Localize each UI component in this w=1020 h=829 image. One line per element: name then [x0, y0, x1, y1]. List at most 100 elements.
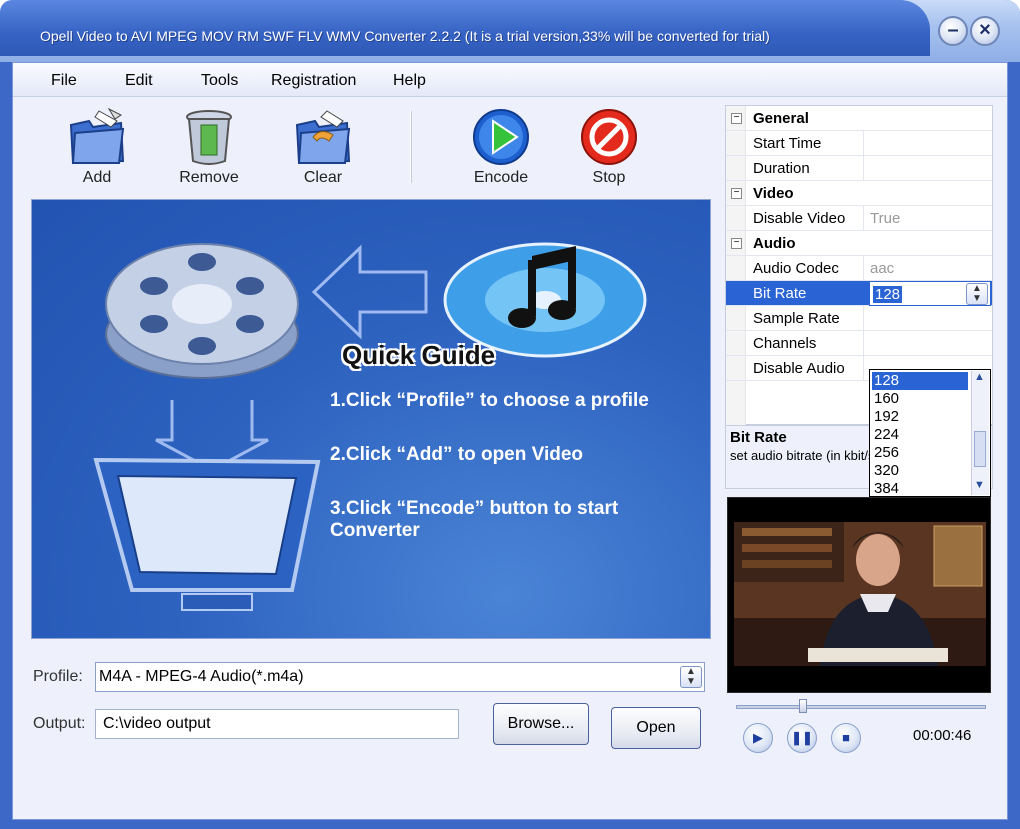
minimize-button[interactable]: –: [938, 16, 968, 46]
prop-divider: [863, 156, 864, 180]
category-video[interactable]: − Video: [726, 181, 992, 206]
seek-slider-thumb[interactable]: [799, 699, 807, 713]
menu-help[interactable]: Help: [393, 72, 426, 90]
scroll-down-icon[interactable]: ▼: [974, 479, 985, 491]
category-audio-label: Audio: [753, 235, 796, 252]
bitrate-option[interactable]: 320: [872, 462, 968, 480]
arrow-left-icon: [311, 244, 428, 340]
output-path-input[interactable]: C:\video output: [95, 709, 459, 739]
profile-label: Profile:: [33, 668, 83, 685]
menu-file[interactable]: File: [51, 72, 77, 90]
menu-bar: File Edit Tools Registration Help: [13, 63, 1007, 97]
stop-icon: [581, 109, 637, 165]
prop-channels-key: Channels: [753, 335, 817, 352]
title-bar[interactable]: Opell Video to AVI MPEG MOV RM SWF FLV W…: [0, 0, 1020, 62]
open-button[interactable]: Open: [611, 707, 701, 749]
prop-divider: [863, 206, 864, 230]
combobox-spin-icon[interactable]: ▲ ▼: [966, 283, 988, 305]
category-audio[interactable]: − Audio: [726, 231, 992, 256]
stop-playback-button[interactable]: ■: [831, 723, 861, 753]
profile-select[interactable]: M4A - MPEG-4 Audio(*.m4a) ▲ ▼: [95, 662, 705, 692]
scroll-thumb[interactable]: [974, 431, 986, 467]
stop-square-icon: ■: [842, 730, 850, 745]
bit-rate-dropdown-list[interactable]: 128 160 192 224 256 320 384 ▲ ▼: [869, 369, 991, 497]
profile-value: M4A - MPEG-4 Audio(*.m4a): [99, 668, 304, 685]
bitrate-option[interactable]: 224: [872, 426, 968, 444]
play-button[interactable]: ▶: [743, 723, 773, 753]
prop-start-time-key: Start Time: [753, 135, 822, 152]
remove-label: Remove: [179, 169, 239, 186]
bitrate-option[interactable]: 192: [872, 408, 968, 426]
clear-label: Clear: [303, 169, 343, 186]
menu-tools[interactable]: Tools: [201, 72, 238, 90]
prop-divider: [863, 131, 864, 155]
browse-button[interactable]: Browse...: [493, 703, 589, 745]
stop-label: Stop: [592, 169, 626, 186]
menu-registration[interactable]: Registration: [271, 72, 356, 90]
scroll-up-icon[interactable]: ▲: [974, 371, 985, 383]
guide-step-2: 2.Click “Add” to open Video: [330, 444, 584, 465]
clear-button[interactable]: Clear: [283, 107, 363, 191]
toolbar-separator: [410, 111, 412, 183]
collapse-icon[interactable]: −: [731, 188, 742, 199]
dropdown-spin-icon: ▲ ▼: [680, 666, 702, 688]
prop-divider: [863, 356, 864, 380]
prop-audio-codec-value[interactable]: aac: [870, 260, 894, 277]
prop-bit-rate[interactable]: Bit Rate 128 ▲ ▼: [726, 281, 992, 306]
quick-guide-title: Quick Guide: [342, 340, 496, 370]
category-general[interactable]: − General: [726, 106, 992, 131]
collapse-icon[interactable]: −: [731, 238, 742, 249]
quick-guide-panel: Quick Guide 1.Click “Profile” to choose …: [31, 199, 711, 639]
prop-disable-video-value[interactable]: True: [870, 210, 900, 227]
stop-button[interactable]: Stop: [569, 107, 649, 191]
guide-step-3: 3.Click “Encode” button to start Convert…: [330, 498, 619, 541]
add-button[interactable]: Add: [57, 107, 137, 191]
prop-disable-video[interactable]: Disable Video True: [726, 206, 992, 231]
folder-clear-icon: [295, 110, 351, 165]
bitrate-option[interactable]: 128: [872, 372, 968, 390]
prop-sample-rate-key: Sample Rate: [753, 310, 840, 327]
description-text: set audio bitrate (in kbit/s): [730, 448, 879, 463]
prop-channels[interactable]: Channels: [726, 331, 992, 356]
bit-rate-combobox[interactable]: 128 ▲ ▼: [869, 281, 991, 306]
playback-timecode: 00:00:46: [913, 727, 972, 744]
prop-divider: [863, 331, 864, 355]
bitrate-option[interactable]: 160: [872, 390, 968, 408]
monitor-icon: [93, 400, 321, 611]
prop-duration-key: Duration: [753, 160, 810, 177]
dropdown-scrollbar[interactable]: ▲ ▼: [971, 371, 989, 495]
client-area: File Edit Tools Registration Help Add Re…: [12, 62, 1008, 820]
app-window: Opell Video to AVI MPEG MOV RM SWF FLV W…: [0, 0, 1020, 829]
remove-button[interactable]: Remove: [169, 107, 249, 191]
bitrate-option[interactable]: 384: [872, 480, 968, 498]
add-label: Add: [82, 169, 112, 186]
prop-disable-audio-key: Disable Audio: [753, 360, 845, 377]
bitrate-option[interactable]: 256: [872, 444, 968, 462]
pause-icon: ❚❚: [791, 730, 813, 745]
collapse-icon[interactable]: −: [731, 113, 742, 124]
prop-duration[interactable]: Duration: [726, 156, 992, 181]
menu-edit[interactable]: Edit: [125, 72, 153, 90]
video-preview: [727, 497, 991, 693]
folder-add-icon: [69, 107, 125, 165]
window-title: Opell Video to AVI MPEG MOV RM SWF FLV W…: [40, 28, 770, 44]
guide-step-1: 1.Click “Profile” to choose a profile: [330, 390, 649, 411]
encode-label: Encode: [473, 169, 529, 186]
encode-button[interactable]: Encode: [461, 107, 541, 191]
play-encode-icon: [473, 109, 529, 165]
trash-icon: [186, 110, 232, 165]
output-label: Output:: [33, 715, 86, 732]
prop-disable-video-key: Disable Video: [753, 210, 846, 227]
video-frame-image: [728, 498, 990, 692]
prop-audio-codec[interactable]: Audio Codec aac: [726, 256, 992, 281]
prop-divider: [863, 306, 864, 330]
play-icon: ▶: [753, 730, 763, 745]
bit-rate-value: 128: [873, 286, 903, 303]
seek-slider-track[interactable]: [736, 705, 986, 709]
prop-divider: [863, 256, 864, 280]
prop-start-time[interactable]: Start Time: [726, 131, 992, 156]
category-video-label: Video: [753, 185, 794, 202]
prop-sample-rate[interactable]: Sample Rate: [726, 306, 992, 331]
close-button[interactable]: ×: [970, 16, 1000, 46]
pause-button[interactable]: ❚❚: [787, 723, 817, 753]
